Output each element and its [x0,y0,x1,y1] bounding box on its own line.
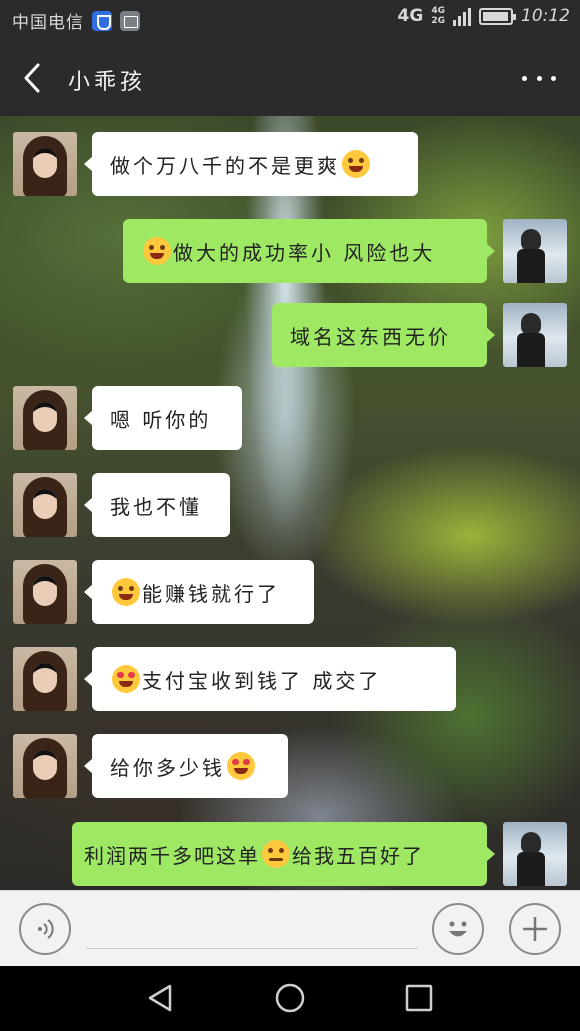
nav-recent-button[interactable] [401,980,437,1016]
gallery-icon [120,10,140,31]
chat-area[interactable]: 做个万八千的不是更爽 做大的成功率小 风险也大 域名这东西无价 嗯 听你的 我也… [0,116,580,890]
emoji-button[interactable] [432,903,484,955]
more-dot [536,75,542,81]
signal-icon [453,6,471,26]
message-text: 支付宝收到钱了 成交了 [142,668,382,693]
contact-avatar[interactable] [13,734,77,798]
status-bar: 中国电信 4G 4G 2G 10:12 [0,0,580,40]
chat-title: 小乖孩 [68,70,147,95]
incoming-message[interactable]: 支付宝收到钱了 成交了 [84,647,456,711]
message-text: 能赚钱就行了 [142,581,280,606]
contact-avatar[interactable] [13,560,77,624]
more-dot [522,75,527,81]
status-right: 4G 4G 2G 10:12 [398,6,570,26]
my-avatar[interactable] [503,822,567,886]
contact-avatar[interactable] [13,647,77,711]
nav-back-icon [148,984,172,1012]
plus-icon [523,917,547,941]
contact-avatar[interactable] [13,132,77,196]
outgoing-message[interactable]: 做大的成功率小 风险也大 [123,219,495,283]
message-text: 给你多少钱 [110,755,225,780]
grin-squint-icon [342,150,370,178]
battery-icon [479,7,516,25]
network-type: 4G [397,6,424,26]
clock: 10:12 [521,6,570,26]
status-left: 中国电信 [12,8,140,33]
my-avatar[interactable] [503,219,567,283]
smirk-icon [262,840,290,868]
message-text: 嗯 听你的 [110,407,212,432]
outgoing-message[interactable]: 域名这东西无价 [272,303,495,367]
message-text: 做大的成功率小 风险也大 [173,240,436,265]
my-avatar[interactable] [503,303,567,367]
network-top: 4G [431,6,445,16]
input-bar [0,890,580,966]
nav-back-button[interactable] [142,980,178,1016]
contact-avatar[interactable] [13,386,77,450]
nav-bar [0,966,580,1031]
contact-avatar[interactable] [13,473,77,537]
carrier-name: 中国电信 [12,13,84,33]
message-text: 给我五百好了 [292,843,424,868]
heart-eyes-icon [112,665,140,693]
back-button[interactable] [14,60,50,96]
heart-eyes-icon [227,752,255,780]
incoming-message[interactable]: 嗯 听你的 [84,386,242,450]
nav-home-icon [275,983,305,1013]
outgoing-message[interactable]: 利润两千多吧这单 给我五百好了 [72,822,495,886]
smiley-icon [449,921,467,937]
network-bottom: 2G [431,16,445,26]
title-bar: 小乖孩 [0,40,580,116]
message-input[interactable] [86,909,418,949]
voice-button[interactable] [19,903,71,955]
message-text: 做个万八千的不是更爽 [110,153,340,178]
voice-icon [38,919,54,939]
incoming-message[interactable]: 我也不懂 [84,473,230,537]
incoming-message[interactable]: 给你多少钱 [84,734,288,798]
message-text: 利润两千多吧这单 [84,843,260,868]
chevron-left-icon [24,63,40,93]
nav-recent-icon [405,984,433,1012]
plus-button[interactable] [509,903,561,955]
network-stack: 4G 2G [431,6,445,26]
grin-squint-icon [112,578,140,606]
more-button[interactable] [522,68,556,88]
message-text: 我也不懂 [110,494,202,519]
incoming-message[interactable]: 能赚钱就行了 [84,560,314,624]
message-text: 域名这东西无价 [290,324,451,349]
incoming-message[interactable]: 做个万八千的不是更爽 [84,132,418,196]
nav-home-button[interactable] [272,980,308,1016]
heart-eyes-blush-icon [143,237,171,265]
shield-icon [92,10,112,31]
more-dot [551,75,556,81]
